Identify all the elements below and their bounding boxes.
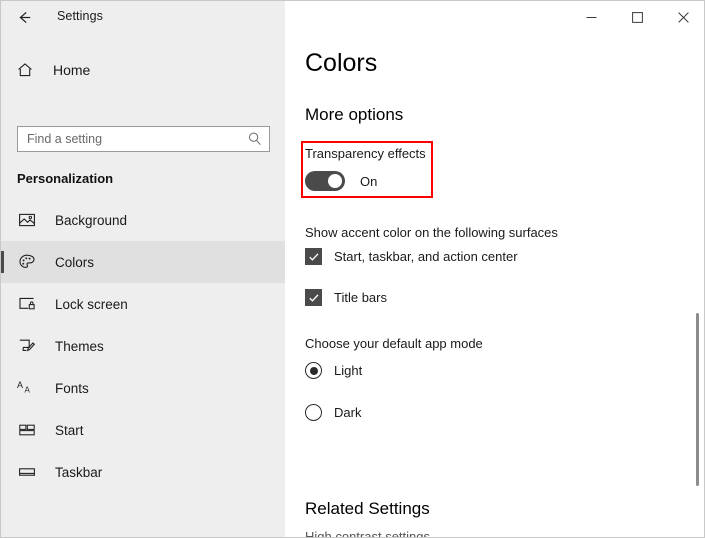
transparency-effects-toggle[interactable]: On xyxy=(305,171,377,191)
maximize-icon xyxy=(631,11,643,23)
sidebar-item-home[interactable]: Home xyxy=(1,53,285,87)
fonts-icon: A A xyxy=(17,378,37,398)
radio-control[interactable] xyxy=(305,362,322,379)
minimize-button[interactable] xyxy=(568,1,614,33)
taskbar-icon xyxy=(17,462,37,482)
home-icon xyxy=(15,60,35,80)
settings-window: Settings Home Find a setting Personaliza… xyxy=(0,0,705,538)
close-button[interactable] xyxy=(660,1,704,33)
app-title: Settings xyxy=(57,9,103,23)
close-icon xyxy=(677,11,689,23)
link-high-contrast-settings[interactable]: High contrast settings xyxy=(305,529,430,537)
lockscreen-icon xyxy=(17,294,37,314)
search-box[interactable] xyxy=(17,126,270,152)
palette-icon xyxy=(17,252,37,272)
checkbox-control[interactable] xyxy=(305,248,322,265)
sidebar-item-start[interactable]: Start xyxy=(1,409,285,451)
checkbox-title-bars[interactable]: Title bars xyxy=(305,289,387,306)
sidebar-item-label: Taskbar xyxy=(55,464,103,480)
app-mode-label: Choose your default app mode xyxy=(305,336,483,351)
accent-surfaces-label: Show accent color on the following surfa… xyxy=(305,225,558,240)
content-pane: Colors More options Transparency effects… xyxy=(285,33,704,537)
sidebar-item-label: Background xyxy=(55,212,128,228)
checkbox-start-taskbar-action-center[interactable]: Start, taskbar, and action center xyxy=(305,248,518,265)
back-arrow-icon xyxy=(18,11,30,23)
toggle-knob xyxy=(328,174,342,188)
sidebar-item-lock-screen[interactable]: Lock screen xyxy=(1,283,285,325)
checkbox-control[interactable] xyxy=(305,289,322,306)
window-controls xyxy=(568,1,704,33)
image-icon xyxy=(17,210,37,230)
toggle-switch[interactable] xyxy=(305,171,345,191)
sidebar-item-background[interactable]: Background xyxy=(1,199,285,241)
scrollbar-thumb[interactable] xyxy=(696,313,699,486)
themes-icon xyxy=(17,336,37,356)
title-bar-left-pane xyxy=(1,1,285,33)
search-icon xyxy=(247,131,263,147)
sidebar-item-colors[interactable]: Colors xyxy=(1,241,285,283)
checkmark-icon xyxy=(308,252,318,261)
sidebar-item-label: Colors xyxy=(55,254,95,270)
sidebar-category-heading: Personalization xyxy=(17,171,114,186)
search-input[interactable] xyxy=(18,127,240,151)
sidebar: Home Personalization xyxy=(1,33,285,537)
transparency-effects-label: Transparency effects xyxy=(305,146,426,161)
sidebar-home-label: Home xyxy=(53,62,91,78)
sidebar-item-taskbar[interactable]: Taskbar xyxy=(1,451,285,493)
checkbox-label: Title bars xyxy=(334,290,387,305)
checkbox-label: Start, taskbar, and action center xyxy=(334,249,518,264)
back-button[interactable] xyxy=(11,5,37,29)
radio-light[interactable]: Light xyxy=(305,362,362,379)
sidebar-item-label: Lock screen xyxy=(55,296,128,312)
toggle-state-label: On xyxy=(360,173,378,189)
minimize-icon xyxy=(586,16,596,18)
start-icon xyxy=(17,420,37,440)
sidebar-nav-list: Background Colors Lock screen Themes A A… xyxy=(1,199,285,493)
sidebar-item-themes[interactable]: Themes xyxy=(1,325,285,367)
sidebar-item-label: Themes xyxy=(55,338,104,354)
sidebar-item-fonts[interactable]: A A Fonts xyxy=(1,367,285,409)
content-scrollbar[interactable] xyxy=(691,33,704,537)
radio-label: Dark xyxy=(334,405,362,420)
svg-text:A: A xyxy=(25,386,31,395)
related-settings-heading: Related Settings xyxy=(305,499,430,518)
title-bar: Settings xyxy=(1,1,704,33)
page-title: Colors xyxy=(305,49,378,77)
more-options-heading: More options xyxy=(305,105,404,124)
radio-label: Light xyxy=(334,363,363,378)
sidebar-item-label: Start xyxy=(55,422,84,438)
sidebar-item-label: Fonts xyxy=(55,380,89,396)
radio-dark[interactable]: Dark xyxy=(305,404,361,421)
radio-control[interactable] xyxy=(305,404,322,421)
maximize-button[interactable] xyxy=(614,1,660,33)
svg-text:A: A xyxy=(17,380,23,390)
checkmark-icon xyxy=(308,293,318,302)
